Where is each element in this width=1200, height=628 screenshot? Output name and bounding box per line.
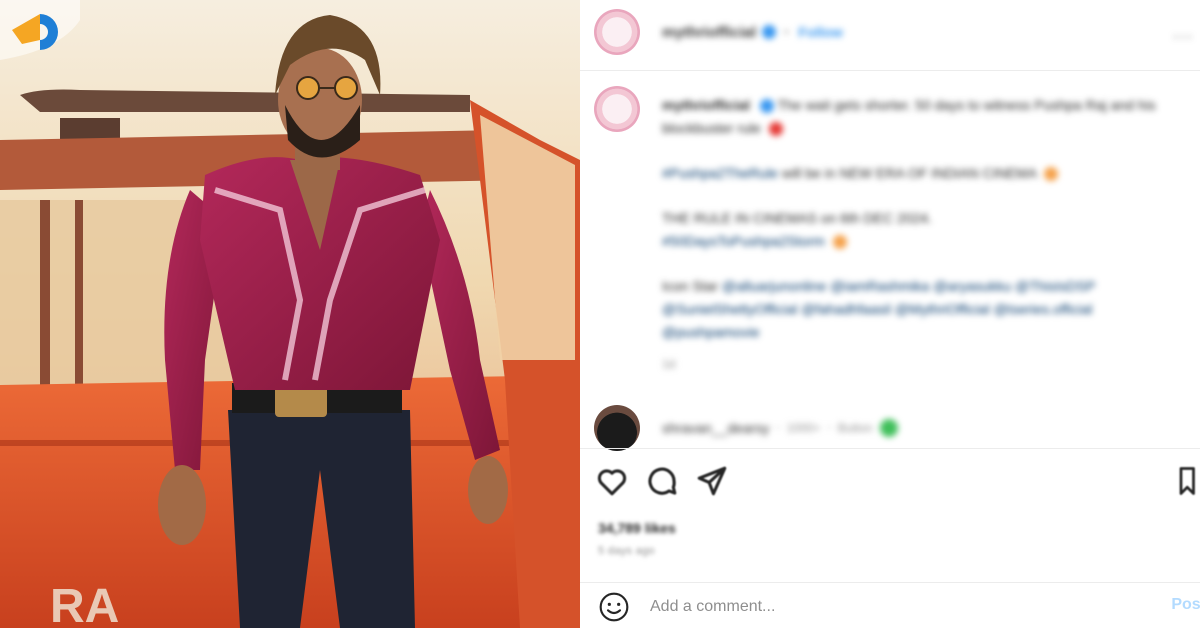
caption-avatar[interactable]	[594, 86, 640, 132]
comments-divider	[580, 448, 1200, 449]
post-header: mythriofficial • Follow ...	[580, 8, 1200, 56]
post-photo: RA	[0, 0, 580, 628]
post-timestamp: 5 days ago	[598, 545, 655, 557]
caption-line-2: will be in NEW ERA OF INDIAN CINEMA	[777, 165, 1037, 181]
caption-paragraph-1: mythriofficial The wait gets shorter. 50…	[662, 94, 1192, 140]
add-comment-divider	[580, 582, 1200, 583]
fire-emoji-icon	[1044, 167, 1059, 182]
caption-line-4-prefix: Icon Star	[662, 278, 722, 294]
author-info: mythriofficial • Follow	[640, 24, 843, 41]
caption-mentions[interactable]: @alluarjunonline @iamRashmika @aryasukku…	[662, 278, 1095, 340]
comment-item: shravan__dearsy · 1000+ · Button	[580, 404, 1200, 452]
caption-username[interactable]: mythriofficial	[662, 97, 750, 113]
caption-time: 1d	[662, 357, 676, 371]
author-avatar[interactable]	[594, 9, 640, 55]
comment-button-label[interactable]: Button	[838, 421, 873, 435]
caption-paragraph-2: #Pushpa2TheRule will be in NEW ERA OF IN…	[662, 162, 1192, 185]
red-heart-emoji-icon	[768, 122, 783, 137]
svg-text:RA: RA	[50, 580, 119, 628]
caption-paragraph-3: THE RULE IN CINEMAS on 6th DEC 2024. #50…	[662, 207, 1192, 253]
bookmark-icon[interactable]	[1174, 466, 1198, 496]
heart-icon[interactable]	[594, 464, 630, 498]
emoji-icon[interactable]	[598, 591, 630, 623]
comment-separator: ·	[775, 419, 781, 436]
comment-separator-2: ·	[826, 419, 832, 436]
follow-button[interactable]: Follow	[798, 24, 842, 40]
add-comment-input[interactable]: Add a comment...	[650, 598, 775, 616]
header-divider	[580, 70, 1200, 71]
add-comment-bar: Add a comment... Post	[580, 586, 1200, 628]
caption-line-3: THE RULE IN CINEMAS on 6th DEC 2024.	[662, 210, 932, 226]
comment-info: shravan__dearsy · 1000+ · Button	[640, 419, 899, 437]
caption-hashtag-1[interactable]: #Pushpa2TheRule	[662, 165, 778, 181]
caption-paragraph-4: Icon Star @alluarjunonline @iamRashmika …	[662, 275, 1192, 344]
site-logo-icon	[0, 0, 80, 60]
caption-verified-icon	[759, 99, 774, 114]
comment-follower-count: 1000+	[786, 421, 821, 435]
photo-illustration: RA	[0, 0, 580, 628]
caption-hashtag-2[interactable]: #50DaysToPushpa2Storm	[662, 233, 825, 249]
verified-badge-icon	[762, 25, 777, 39]
commenter-username[interactable]: shravan__dearsy	[662, 420, 769, 436]
green-check-emoji-icon	[880, 419, 899, 437]
post-details-panel: mythriofficial • Follow ... mythrioffici…	[580, 0, 1200, 628]
author-username[interactable]: mythriofficial	[662, 24, 756, 41]
share-icon[interactable]	[694, 464, 730, 498]
commenter-avatar[interactable]	[594, 405, 640, 451]
likes-count[interactable]: 34,789 likes	[598, 520, 676, 536]
action-bar	[580, 458, 1200, 504]
comment-icon[interactable]	[644, 464, 680, 498]
caption-body: mythriofficial The wait gets shorter. 50…	[662, 94, 1192, 376]
fire-emoji-icon-2	[832, 235, 847, 250]
header-separator: •	[784, 25, 789, 39]
more-options-icon[interactable]: ...	[1173, 22, 1194, 43]
post-comment-button[interactable]: Post	[1171, 596, 1200, 614]
